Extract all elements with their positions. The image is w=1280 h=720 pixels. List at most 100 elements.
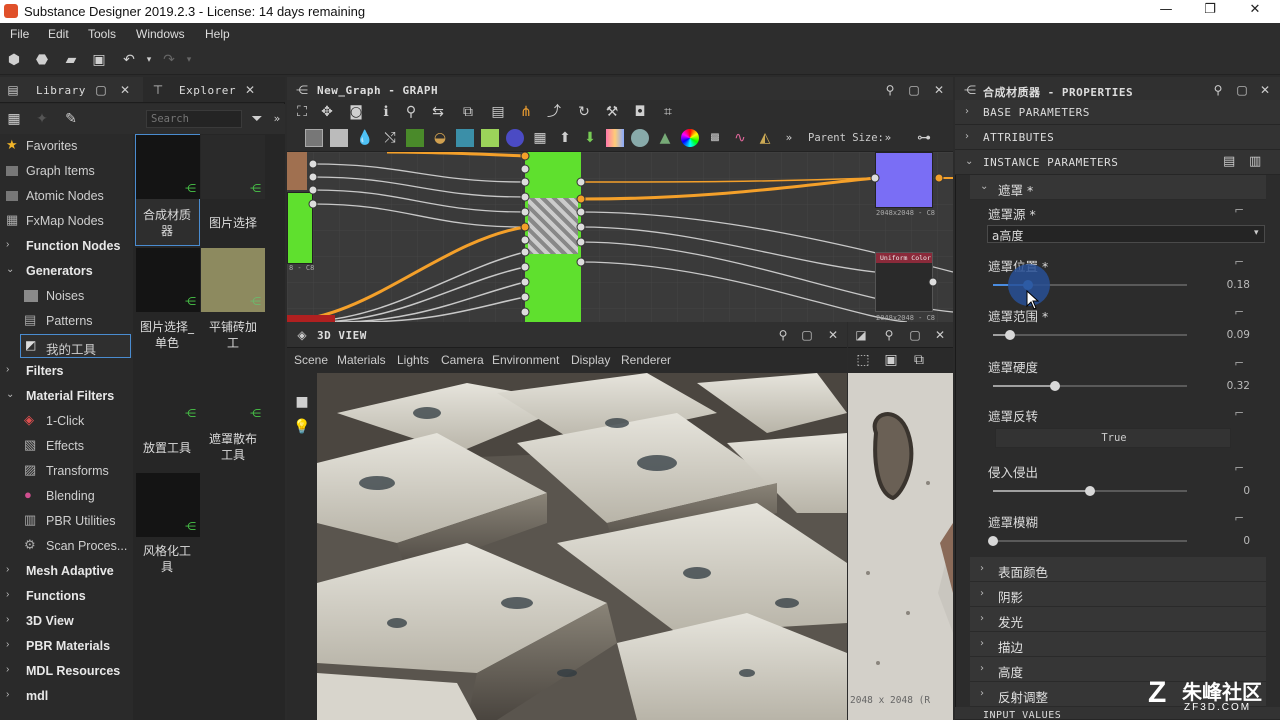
- reset-icon[interactable]: ⌐: [1234, 305, 1244, 319]
- add-item-icon[interactable]: ▦: [5, 110, 23, 128]
- tree-item-fxmap-nodes[interactable]: ▦ FxMap Nodes: [0, 209, 131, 234]
- new-graph-icon[interactable]: ⬣: [33, 51, 51, 69]
- reset-icon[interactable]: ⌐: [1234, 511, 1244, 525]
- tree-item-atomic-nodes[interactable]: Atomic Nodes: [0, 184, 131, 209]
- param-value[interactable]: 0.32: [1210, 380, 1250, 392]
- tree-item-pbr-utilities[interactable]: ▥ PBR Utilities: [0, 509, 131, 534]
- camera-icon[interactable]: ■: [293, 393, 311, 411]
- tree-item-favorites[interactable]: ★ Favorites: [0, 134, 131, 159]
- uniform-color-node-icon[interactable]: [606, 129, 624, 147]
- blend-drop-icon[interactable]: 💧: [356, 129, 374, 147]
- invert-toggle-button[interactable]: True: [995, 428, 1231, 448]
- pin-icon[interactable]: ⚲: [776, 328, 790, 342]
- close-button[interactable]: ✕: [1245, 2, 1265, 20]
- comment-icon[interactable]: ▤: [489, 103, 507, 121]
- 3d-menu-environment[interactable]: Environment: [492, 353, 559, 367]
- library-item-thumb[interactable]: ⋲: [201, 135, 265, 199]
- explorer-tab[interactable]: ⊤ Explorer ✕: [143, 77, 285, 103]
- param-slider-track[interactable]: [993, 540, 1187, 542]
- group-outline[interactable]: › 描边: [970, 632, 1266, 657]
- preview-icon[interactable]: ◘: [631, 103, 649, 121]
- pin-icon[interactable]: ⚲: [1211, 83, 1225, 97]
- checker-icon[interactable]: ▩: [706, 129, 724, 147]
- 3d-menu-scene[interactable]: Scene: [294, 353, 328, 367]
- tree-item-effects[interactable]: ▧ Effects: [0, 434, 131, 459]
- section-instance-parameters[interactable]: ⌄ INSTANCE PARAMETERS ▤ ▥: [955, 150, 1280, 175]
- param-value[interactable]: 0: [1210, 535, 1250, 547]
- pan-icon[interactable]: ✥: [318, 103, 336, 121]
- library-item-thumb[interactable]: ⋲: [136, 473, 200, 537]
- group-mask[interactable]: ⌄ 遮罩 *: [970, 175, 1266, 200]
- 3d-viewport[interactable]: [317, 373, 847, 720]
- close-library-icon[interactable]: ✕: [118, 83, 132, 97]
- library-item-thumb[interactable]: ⋲: [201, 360, 265, 424]
- normal-node-icon[interactable]: [631, 129, 649, 147]
- hsl-icon[interactable]: ◒: [431, 129, 449, 147]
- group-glow[interactable]: › 发光: [970, 607, 1266, 632]
- undo-dropdown-icon[interactable]: ▾: [140, 51, 158, 69]
- param-slider-knob[interactable]: [1085, 486, 1095, 496]
- redo-icon[interactable]: ↷: [160, 51, 178, 69]
- output-icon[interactable]: ⬆: [556, 129, 574, 147]
- load-preset-icon[interactable]: ▥: [1249, 154, 1261, 169]
- bevel-icon[interactable]: ◭: [756, 129, 774, 147]
- tools-icon[interactable]: ⚒: [603, 103, 621, 121]
- shuffle-icon[interactable]: ⤭: [381, 129, 399, 147]
- svg-node-icon[interactable]: [330, 129, 348, 147]
- more-icon[interactable]: »: [268, 110, 286, 128]
- tree-item-mdl-resources[interactable]: › MDL Resources: [0, 659, 131, 684]
- copy-image-icon[interactable]: ⧉: [910, 351, 928, 369]
- more-icon[interactable]: »: [780, 129, 798, 147]
- section-attributes[interactable]: › ATTRIBUTES: [955, 125, 1280, 150]
- param-slider-knob[interactable]: [988, 536, 998, 546]
- pin-icon[interactable]: ⚲: [882, 328, 896, 342]
- search-icon[interactable]: ⚲: [402, 103, 420, 121]
- group-surface-color[interactable]: › 表面颜色: [970, 557, 1266, 582]
- float-panel-icon[interactable]: ▢: [907, 83, 921, 97]
- save-icon[interactable]: ▣: [90, 51, 108, 69]
- tree-item-pbr-materials[interactable]: › PBR Materials: [0, 634, 131, 659]
- warp-icon[interactable]: ∿: [731, 129, 749, 147]
- menu-help[interactable]: Help: [205, 27, 230, 41]
- reset-icon[interactable]: ⌐: [1234, 356, 1244, 370]
- frame-select-icon[interactable]: ⛶: [293, 103, 311, 121]
- menu-tools[interactable]: Tools: [88, 27, 116, 41]
- 3d-menu-renderer[interactable]: Renderer: [621, 353, 671, 367]
- tree-item-function-nodes[interactable]: › Function Nodes: [0, 234, 131, 259]
- tree-item-my-tools[interactable]: ◩ 我的工具: [20, 334, 131, 358]
- minimize-button[interactable]: —: [1156, 2, 1176, 20]
- route-icon[interactable]: ⤴: [545, 103, 563, 121]
- tree-item-mesh-adaptive[interactable]: › Mesh Adaptive: [0, 559, 131, 584]
- library-item-thumb[interactable]: ⋲: [136, 360, 200, 424]
- save-preset-icon[interactable]: ▤: [1223, 154, 1235, 169]
- tree-item-generators[interactable]: ⌄ Generators: [0, 259, 131, 284]
- pin-icon[interactable]: ⚲: [883, 83, 897, 97]
- refresh-icon[interactable]: ↻: [575, 103, 593, 121]
- library-item-thumb[interactable]: ⋲: [136, 135, 200, 199]
- levels-node-icon[interactable]: [481, 129, 499, 147]
- tree-item-blending[interactable]: ● Blending: [0, 484, 131, 509]
- close-explorer-icon[interactable]: ✕: [243, 83, 257, 97]
- library-item-thumb[interactable]: ⋲: [136, 248, 200, 312]
- float-panel-icon[interactable]: ▢: [908, 328, 922, 342]
- tree-item-transforms[interactable]: ▨ Transforms: [0, 459, 131, 484]
- link-icon[interactable]: ⇆: [429, 103, 447, 121]
- pattern-grid-icon[interactable]: ▦: [531, 129, 549, 147]
- param-value[interactable]: 0.09: [1210, 329, 1250, 341]
- param-value[interactable]: 0.18: [1210, 279, 1250, 291]
- refresh-icon[interactable]: ✦: [33, 110, 51, 128]
- menu-windows[interactable]: Windows: [136, 27, 185, 41]
- open-folder-icon[interactable]: ▰: [62, 51, 80, 69]
- gradient-node-icon[interactable]: [406, 129, 424, 147]
- screenshot-icon[interactable]: ◙: [347, 103, 365, 121]
- library-item-thumb[interactable]: ⋲: [201, 248, 265, 312]
- 2d-viewport[interactable]: 2048 x 2048 (R: [848, 373, 953, 720]
- menu-file[interactable]: File: [10, 27, 29, 41]
- tree-item-filters[interactable]: › Filters: [0, 359, 131, 384]
- 3d-menu-materials[interactable]: Materials: [337, 353, 386, 367]
- 3d-menu-camera[interactable]: Camera: [441, 353, 484, 367]
- menu-edit[interactable]: Edit: [48, 27, 69, 41]
- group-shadow[interactable]: › 阴影: [970, 582, 1266, 607]
- graph-canvas[interactable]: 8 - C8 2048x2048 - C8 Uniform Color 2048…: [287, 152, 953, 322]
- reset-icon[interactable]: ⌐: [1234, 203, 1244, 217]
